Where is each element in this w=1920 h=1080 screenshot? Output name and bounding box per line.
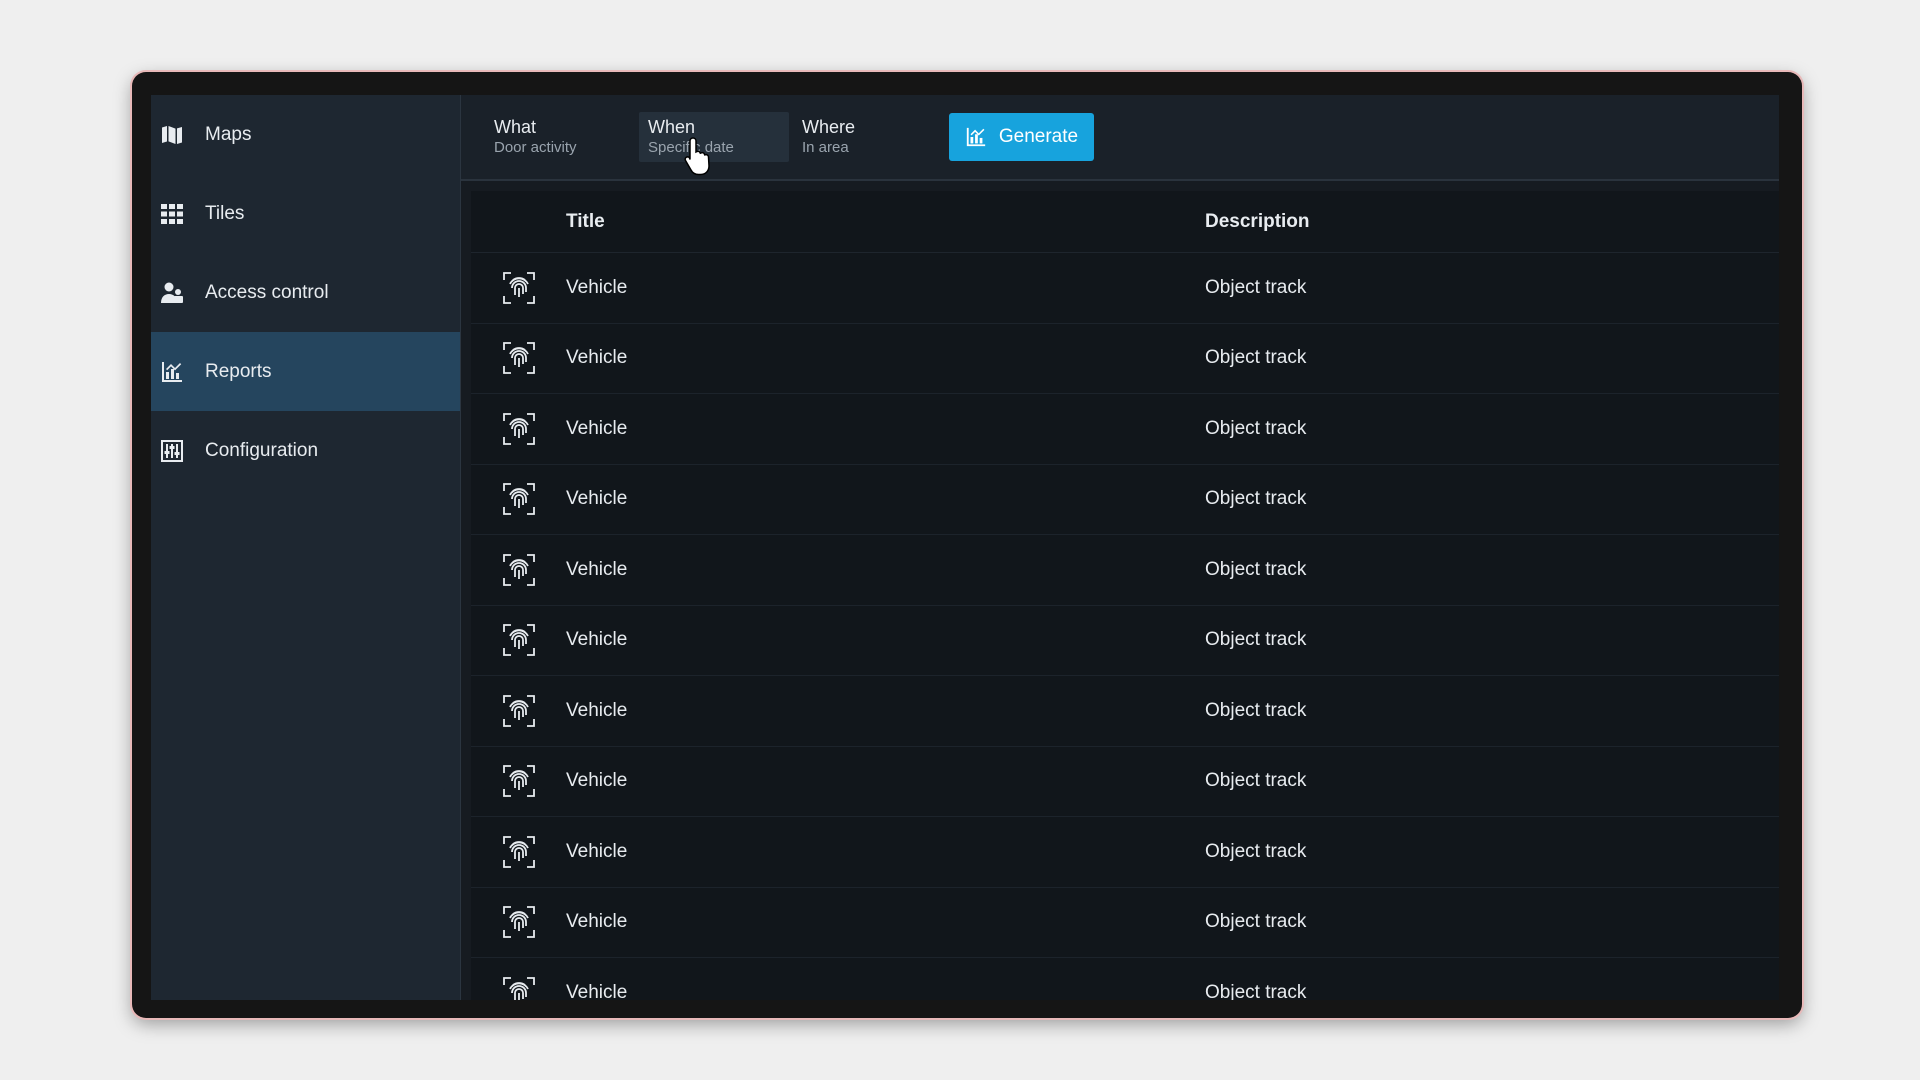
filter-where-value: In area [802, 138, 849, 156]
sidebar-item-label: Access control [205, 281, 329, 303]
grid-icon [159, 201, 185, 227]
monitor-frame: Maps Tiles Access control Reports Config… [132, 72, 1802, 1018]
row-title: Vehicle [566, 417, 628, 439]
row-description: Object track [1205, 276, 1307, 298]
fingerprint-icon [471, 694, 566, 728]
sidebar-item-maps[interactable]: Maps [151, 95, 460, 174]
sidebar: Maps Tiles Access control Reports Config… [151, 95, 461, 1000]
reports-main: What Door activity When Specific date Wh… [461, 95, 1779, 1000]
fingerprint-icon [471, 976, 566, 1000]
table-header: Title Description [471, 191, 1779, 253]
sidebar-item-access-control[interactable]: Access control [151, 253, 460, 332]
row-description: Object track [1205, 911, 1307, 933]
row-description: Object track [1205, 629, 1307, 651]
report-filter-bar: What Door activity When Specific date Wh… [461, 95, 1779, 181]
row-title: Vehicle [566, 699, 628, 721]
row-description: Object track [1205, 770, 1307, 792]
filter-where[interactable]: Where In area [793, 112, 943, 162]
row-description: Object track [1205, 558, 1307, 580]
filter-what-value: Door activity [494, 138, 577, 156]
results-table: Title Description Vehicle Object track Veh… [471, 191, 1779, 1000]
fingerprint-icon [471, 905, 566, 939]
row-description: Object track [1205, 347, 1307, 369]
filter-when-value: Specific date [648, 138, 734, 156]
sidebar-item-tiles[interactable]: Tiles [151, 174, 460, 253]
fingerprint-icon [471, 412, 566, 446]
row-title: Vehicle [566, 276, 628, 298]
sidebar-item-configuration[interactable]: Configuration [151, 411, 460, 490]
filter-when[interactable]: When Specific date [639, 112, 789, 162]
sidebar-item-reports[interactable]: Reports [151, 332, 460, 411]
row-title: Vehicle [566, 840, 628, 862]
fingerprint-icon [471, 835, 566, 869]
chart-icon [159, 359, 185, 385]
sidebar-item-label: Configuration [205, 439, 319, 461]
row-description: Object track [1205, 417, 1307, 439]
description-column-header[interactable]: Description [1205, 211, 1779, 233]
sidebar-item-label: Tiles [205, 202, 245, 224]
sidebar-item-label: Reports [205, 360, 272, 382]
table-row[interactable]: Vehicle Object track [471, 817, 1779, 888]
table-row[interactable]: Vehicle Object track [471, 394, 1779, 465]
generate-button[interactable]: Generate [949, 113, 1094, 161]
sidebar-item-label: Maps [205, 123, 252, 145]
fingerprint-icon [471, 553, 566, 587]
app-screen: Maps Tiles Access control Reports Config… [151, 95, 1779, 1000]
filter-what-title: What [494, 116, 537, 137]
fingerprint-icon [471, 623, 566, 657]
config-icon [159, 438, 185, 464]
row-title: Vehicle [566, 770, 628, 792]
chart-icon [966, 127, 986, 147]
generate-button-label: Generate [998, 126, 1079, 147]
filter-where-title: Where [802, 116, 856, 137]
row-description: Object track [1205, 488, 1307, 510]
table-row[interactable]: Vehicle Object track [471, 606, 1779, 676]
filter-what[interactable]: What Door activity [485, 112, 635, 162]
table-body: Vehicle Object track Vehicle Object track Ve… [471, 253, 1779, 1000]
fingerprint-icon [471, 271, 566, 305]
row-title: Vehicle [566, 347, 628, 369]
row-title: Vehicle [566, 981, 628, 1000]
people-icon [159, 280, 185, 306]
row-description: Object track [1205, 699, 1307, 721]
filter-when-title: When [648, 116, 696, 137]
table-row[interactable]: Vehicle Object track [471, 324, 1779, 394]
table-row[interactable]: Vehicle Object track [471, 958, 1779, 1000]
row-description: Object track [1205, 840, 1307, 862]
table-row[interactable]: Vehicle Object track [471, 535, 1779, 606]
fingerprint-icon [471, 764, 566, 798]
fingerprint-icon [471, 341, 566, 375]
row-title: Vehicle [566, 629, 628, 651]
table-row[interactable]: Vehicle Object track [471, 676, 1779, 747]
table-row[interactable]: Vehicle Object track [471, 747, 1779, 817]
table-row[interactable]: Vehicle Object track [471, 253, 1779, 324]
table-row[interactable]: Vehicle Object track [471, 465, 1779, 535]
row-description: Object track [1205, 981, 1307, 1000]
row-title: Vehicle [566, 488, 628, 510]
table-row[interactable]: Vehicle Object track [471, 888, 1779, 958]
row-title: Vehicle [566, 558, 628, 580]
fingerprint-icon [471, 482, 566, 516]
title-column-header[interactable]: Title [566, 211, 1205, 233]
map-icon [159, 122, 185, 148]
row-title: Vehicle [566, 911, 628, 933]
